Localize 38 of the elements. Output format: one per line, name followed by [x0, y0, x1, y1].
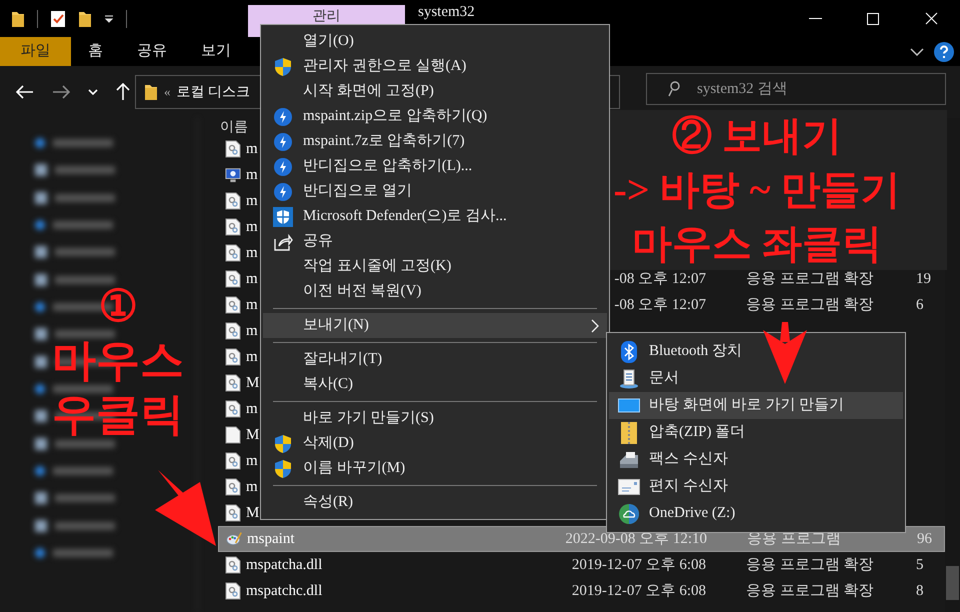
file-name: mspatcha.dll — [246, 556, 322, 575]
file-name: m — [246, 296, 258, 315]
annotation-text: 마우스 좌클릭 — [632, 220, 882, 268]
file-name: m — [246, 348, 258, 367]
file-type: 응용 프로그램 확장 — [746, 296, 874, 315]
annotation-text: 마우스 — [52, 335, 184, 387]
file-date: 2019-12-07 오후 6:08 — [570, 582, 706, 601]
file-size: 19 — [916, 270, 931, 289]
file-name: m — [246, 166, 258, 185]
file-name: mspaint — [247, 530, 294, 549]
file-name: m — [246, 270, 258, 289]
annotation-text: ② 보내기 — [672, 112, 842, 160]
annotation-text: 우클릭 — [52, 389, 184, 441]
file-name: m — [246, 218, 258, 237]
file-name: m — [246, 452, 258, 471]
file-size: 5 — [916, 556, 924, 575]
file-name: m — [246, 478, 258, 497]
window-title: system32 — [418, 3, 475, 21]
annotation-text: -> 바탕 ~ 만들기 — [614, 166, 900, 214]
file-size: 96 — [917, 530, 932, 549]
file-name: M — [246, 374, 260, 393]
file-type: 응용 프로그램 확장 — [746, 270, 874, 289]
file-name: M — [246, 504, 260, 523]
file-name: M — [246, 426, 260, 445]
file-type: 응용 프로그램 확장 — [746, 582, 874, 601]
file-name: m — [246, 400, 258, 419]
annotation-text: ① — [98, 281, 138, 333]
file-name: m — [246, 244, 258, 263]
file-date: 2019-12-07 오후 6:08 — [570, 556, 706, 575]
file-size: 8 — [916, 582, 924, 601]
file-name: m — [246, 192, 258, 211]
file-size: 6 — [916, 296, 924, 315]
file-type: 응용 프로그램 확장 — [746, 556, 874, 575]
file-name: mspatchc.dll — [246, 582, 322, 601]
file-date: -08 오후 12:07 — [613, 296, 706, 315]
file-name: m — [246, 140, 258, 159]
file-date: -08 오후 12:07 — [613, 270, 706, 289]
file-name: m — [246, 322, 258, 341]
